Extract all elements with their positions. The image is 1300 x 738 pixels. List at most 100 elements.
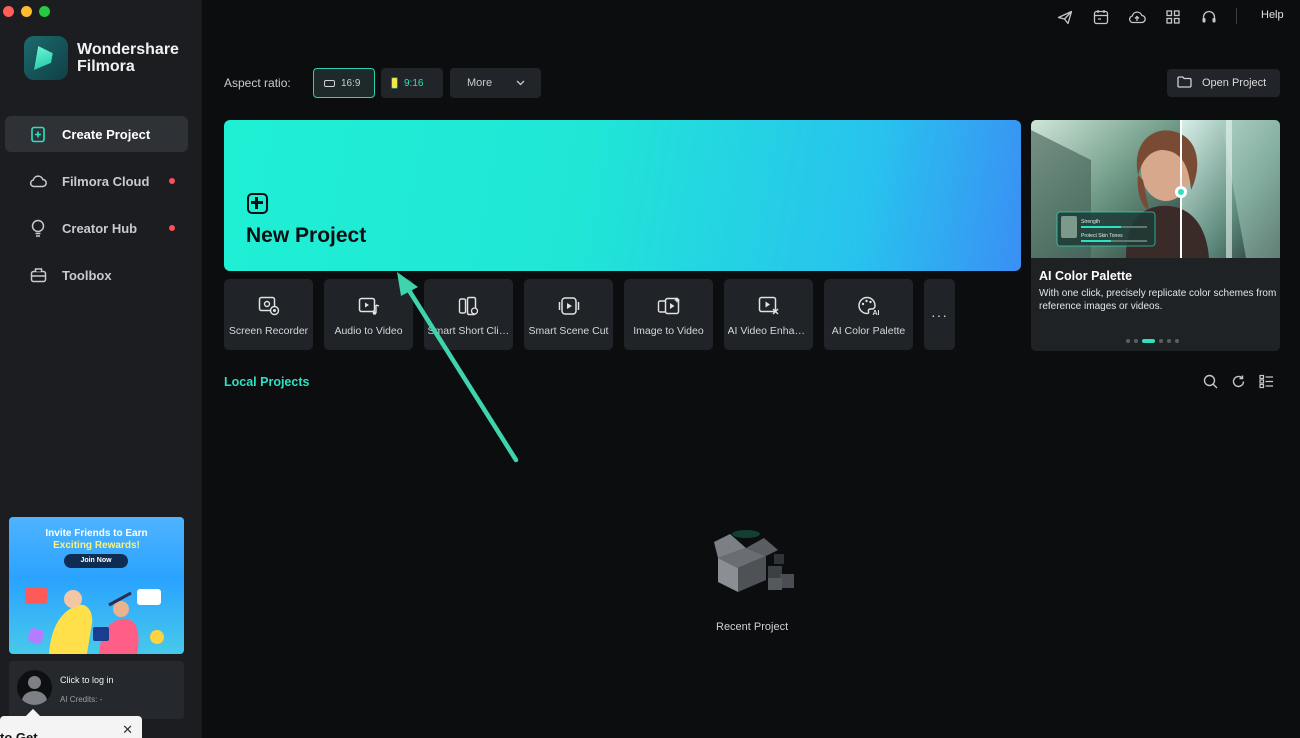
- aspect-more-label: More: [467, 77, 493, 89]
- carousel-dot[interactable]: [1142, 339, 1155, 343]
- aspect-ratio-label: Aspect ratio:: [224, 76, 291, 90]
- carousel-dot[interactable]: [1134, 339, 1138, 343]
- list-view-icon[interactable]: [1259, 374, 1274, 394]
- tool-label: Smart Scene Cut: [528, 325, 609, 337]
- apps-grid-icon[interactable]: [1163, 8, 1183, 26]
- sidebar-nav: Create Project Filmora Cloud Creator Hub…: [5, 116, 188, 304]
- sidebar-item-filmora-cloud[interactable]: Filmora Cloud: [5, 163, 188, 199]
- local-projects-title: Local Projects: [224, 375, 310, 389]
- tool-ai-color-palette[interactable]: AI AI Color Palette: [824, 279, 913, 350]
- search-icon[interactable]: [1203, 374, 1218, 394]
- sidebar-item-label: Filmora Cloud: [62, 173, 150, 189]
- cloud-icon: [29, 172, 47, 190]
- feature-carousel[interactable]: Strength Protect Skin Tones AI Color Pal…: [1031, 120, 1280, 351]
- tool-label: AI Color Palette: [831, 325, 906, 337]
- sidebar-item-create-project[interactable]: Create Project: [5, 116, 188, 152]
- sidebar: Wondershare Filmora Create Project Filmo…: [0, 0, 202, 738]
- tool-smart-short-clips[interactable]: Smart Short Clips: [424, 279, 513, 350]
- bulb-icon: [29, 219, 47, 237]
- headset-icon[interactable]: [1199, 8, 1219, 26]
- brand-line-2: Filmora: [77, 58, 135, 75]
- empty-box-icon: [714, 530, 794, 592]
- app-name: Wondershare Filmora: [77, 41, 179, 75]
- join-now-button[interactable]: Join Now: [64, 554, 128, 568]
- carousel-dot[interactable]: [1167, 339, 1171, 343]
- brand-line-1: Wondershare: [77, 41, 179, 58]
- sidebar-item-toolbox[interactable]: Toolbox: [5, 257, 188, 293]
- landscape-icon: [324, 79, 335, 87]
- carousel-pagination[interactable]: [1126, 339, 1179, 343]
- create-project-icon: [29, 125, 47, 143]
- filmora-logo-icon: [24, 36, 68, 80]
- aspect-16-9-button[interactable]: 16:9: [313, 68, 375, 98]
- promo-title: Invite Friends to Earn Exciting Rewards!: [9, 528, 184, 552]
- aspect-more-dropdown[interactable]: More: [450, 68, 541, 98]
- open-project-label: Open Project: [1202, 77, 1267, 89]
- ai-video-enhancer-icon: [757, 295, 781, 317]
- aspect-option-label: 9:16: [404, 77, 424, 89]
- close-window-button[interactable]: [3, 6, 14, 17]
- calendar-icon[interactable]: [1091, 8, 1111, 26]
- tool-label: Smart Short Clips: [427, 325, 510, 337]
- audio-to-video-icon: [357, 295, 381, 317]
- sidebar-item-label: Toolbox: [62, 267, 112, 283]
- topbar-actions: [1055, 8, 1219, 26]
- topbar-divider: [1236, 8, 1237, 24]
- tool-image-to-video[interactable]: Image to Video: [624, 279, 713, 350]
- sidebar-item-label: Creator Hub: [62, 220, 138, 236]
- send-icon[interactable]: [1055, 8, 1075, 26]
- image-to-video-icon: [657, 295, 681, 317]
- aspect-option-label: 16:9: [341, 77, 361, 89]
- window-controls: [3, 6, 50, 17]
- notification-badge: [169, 178, 175, 184]
- feature-description: With one click, precisely replicate colo…: [1039, 288, 1277, 312]
- feature-title: AI Color Palette: [1039, 269, 1133, 283]
- svg-text:AI: AI: [872, 310, 879, 316]
- zoom-window-button[interactable]: [39, 6, 50, 17]
- feature-preview-image: Strength Protect Skin Tones: [1031, 120, 1280, 258]
- tool-label: Image to Video: [633, 325, 704, 337]
- aspect-9-16-button[interactable]: 9:16: [381, 68, 443, 98]
- help-menu[interactable]: Help: [1261, 9, 1284, 21]
- minimize-window-button[interactable]: [21, 6, 32, 17]
- more-tools-button[interactable]: ···: [924, 279, 955, 350]
- screen-recorder-icon: [257, 295, 281, 317]
- close-icon[interactable]: ✕: [122, 722, 133, 738]
- new-project-label: New Project: [246, 224, 367, 247]
- recent-project-label: Recent Project: [716, 621, 789, 633]
- login-prompt[interactable]: Click to log in: [60, 675, 114, 685]
- ai-color-palette-icon: AI: [857, 295, 881, 317]
- tool-screen-recorder[interactable]: Screen Recorder: [224, 279, 313, 350]
- avatar[interactable]: [17, 670, 52, 705]
- invite-friends-banner[interactable]: Invite Friends to Earn Exciting Rewards!…: [9, 517, 184, 654]
- carousel-dot[interactable]: [1159, 339, 1163, 343]
- overlay-strength-label: Strength: [1081, 219, 1100, 225]
- quick-tools-row: Screen Recorder Audio to Video Smart Sho…: [224, 279, 955, 350]
- open-project-button[interactable]: Open Project: [1167, 69, 1280, 97]
- sidebar-item-creator-hub[interactable]: Creator Hub: [5, 210, 188, 246]
- notification-badge: [169, 225, 175, 231]
- overlay-skin-label: Protect Skin Tones: [1081, 233, 1123, 239]
- promo-title-line: Invite Friends to Earn: [45, 528, 148, 539]
- refresh-icon[interactable]: [1231, 374, 1246, 394]
- new-project-button[interactable]: New Project: [224, 120, 1021, 271]
- smart-scene-cut-icon: [557, 295, 581, 317]
- carousel-dot[interactable]: [1126, 339, 1130, 343]
- portrait-icon: [391, 77, 398, 89]
- tool-label: Screen Recorder: [228, 325, 309, 337]
- ai-credits: AI Credits: -: [60, 695, 103, 704]
- sidebar-item-label: Create Project: [62, 126, 151, 142]
- local-projects-actions: [1203, 374, 1274, 394]
- promo-illustration: [25, 587, 164, 654]
- tool-label: Audio to Video: [334, 325, 403, 337]
- folder-icon: [1177, 75, 1192, 91]
- tool-audio-to-video[interactable]: Audio to Video: [324, 279, 413, 350]
- plus-icon: [247, 193, 268, 214]
- cloud-upload-icon[interactable]: [1127, 8, 1147, 26]
- tooltip-toast: to Get ✕: [0, 708, 142, 738]
- tool-ai-video-enhancer[interactable]: AI Video Enhancer: [724, 279, 813, 350]
- carousel-dot[interactable]: [1175, 339, 1179, 343]
- tool-smart-scene-cut[interactable]: Smart Scene Cut: [524, 279, 613, 350]
- app-logo: Wondershare Filmora: [24, 36, 179, 80]
- toolbox-icon: [29, 266, 47, 284]
